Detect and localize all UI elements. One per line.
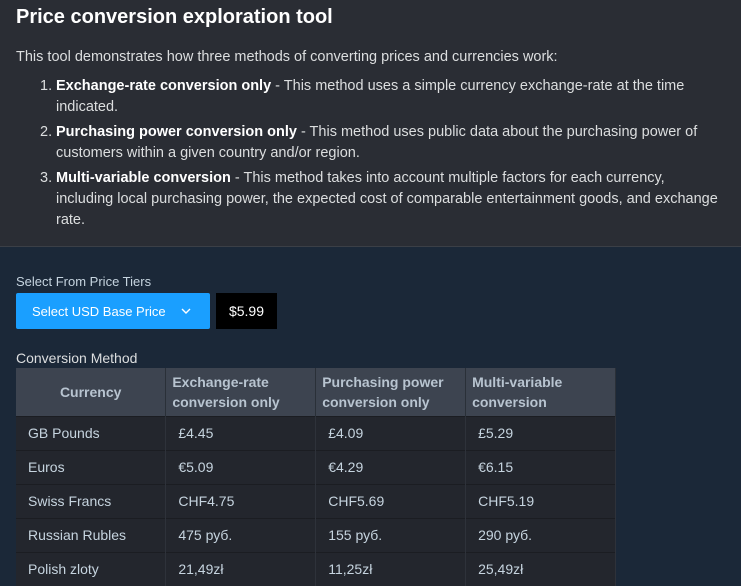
method-name: Multi-variable conversion [56,170,231,186]
chevron-down-icon [180,305,192,317]
intro-description: This tool demonstrates how three methods… [16,49,558,65]
multi-variable-cell: 25,49zł [465,551,616,586]
table-row: Swiss Francs CHF4.75 CHF5.69 CHF5.19 [16,483,616,518]
exchange-rate-cell: 21,49zł [165,551,317,586]
conversion-table: Currency Exchange-rate conversion only P… [16,368,616,586]
exchange-rate-cell: CHF4.75 [165,483,317,518]
conversion-method-label: Conversion Method [16,350,138,366]
currency-cell: Swiss Francs [16,483,167,518]
methods-list: 1. Exchange-rate conversion only - This … [16,76,725,231]
table-row: Russian Rubles 475 руб. 155 руб. 290 руб… [16,517,616,552]
method-name: Exchange-rate conversion only [56,78,272,94]
price-tier-row: Select USD Base Price $5.99 [16,293,277,329]
multi-variable-cell: €6.15 [465,449,616,484]
exchange-rate-cell: £4.45 [165,415,317,450]
method-item-multi-variable: 3. Multi-variable conversion - This meth… [40,168,725,231]
currency-cell: Euros [16,449,167,484]
table-row: GB Pounds £4.45 £4.09 £5.29 [16,415,616,450]
purchasing-power-cell: 155 руб. [315,517,467,552]
purchasing-power-cell: CHF5.69 [315,483,467,518]
method-name: Purchasing power conversion only [56,124,297,140]
table-row: Polish zloty 21,49zł 11,25zł 25,49zł [16,551,616,586]
table-header-row: Currency Exchange-rate conversion only P… [16,368,616,416]
currency-cell: GB Pounds [16,415,167,450]
exchange-rate-cell: 475 руб. [165,517,317,552]
purchasing-power-cell: £4.09 [315,415,467,450]
method-item-exchange-rate: 1. Exchange-rate conversion only - This … [40,76,725,118]
page-title: Price conversion exploration tool [16,6,333,28]
multi-variable-cell: CHF5.19 [465,483,616,518]
select-base-price-label: Select USD Base Price [32,303,166,319]
table-row: Euros €5.09 €4.29 €6.15 [16,449,616,484]
column-header-purchasing-power: Purchasing power conversion only [315,368,467,416]
column-header-exchange-rate: Exchange-rate conversion only [165,368,317,416]
intro-section: Price conversion exploration tool This t… [0,0,741,247]
page: Price conversion exploration tool This t… [0,0,741,586]
price-tier-label: Select From Price Tiers [16,274,152,289]
currency-cell: Polish zloty [16,551,167,586]
multi-variable-cell: £5.29 [465,415,616,450]
multi-variable-cell: 290 руб. [465,517,616,552]
method-number: 3. [40,170,53,186]
column-header-multi-variable: Multi-variable conversion [465,368,616,416]
price-tier-controls: Select From Price Tiers Select USD Base … [16,274,277,329]
method-item-purchasing-power: 2. Purchasing power conversion only - Th… [40,122,725,164]
column-header-currency: Currency [16,368,167,416]
method-number: 2. [40,124,53,140]
exchange-rate-cell: €5.09 [165,449,317,484]
method-number: 1. [40,78,53,94]
currency-cell: Russian Rubles [16,517,167,552]
select-base-price-dropdown[interactable]: Select USD Base Price [16,293,210,329]
purchasing-power-cell: 11,25zł [315,551,467,586]
purchasing-power-cell: €4.29 [315,449,467,484]
selected-price-display: $5.99 [216,293,277,329]
